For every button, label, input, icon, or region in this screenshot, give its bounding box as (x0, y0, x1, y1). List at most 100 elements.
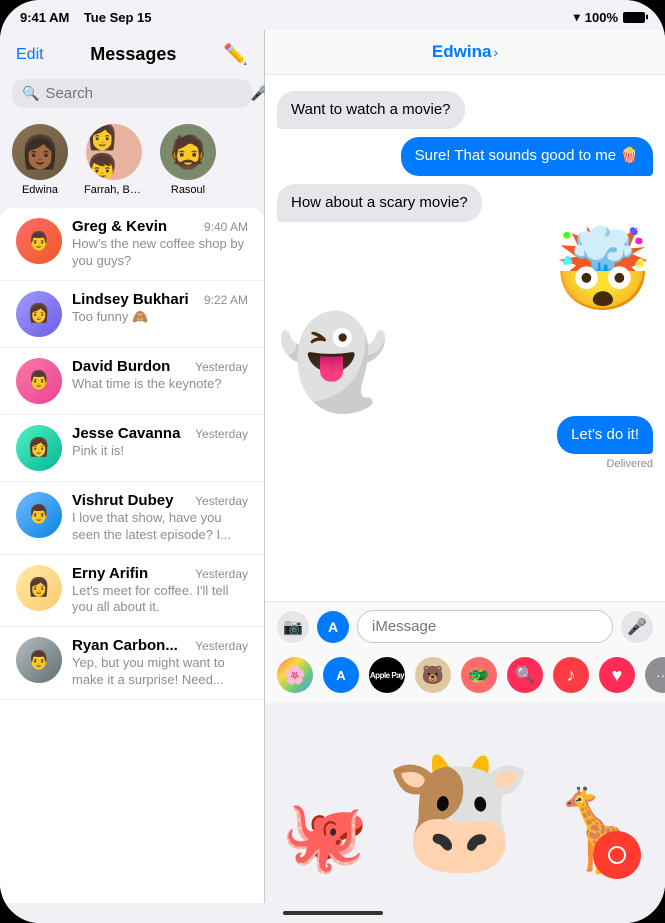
msg-time-erny: Yesterday (195, 567, 248, 581)
input-area: 📷 A 🎤 🌸 A Apple Pay 🐻 🐲 🔍 ♪ ♥ ··· (265, 601, 665, 703)
status-right-icons: ▾ 100% (574, 10, 645, 25)
msg-preview-jesse: Pink it is! (72, 443, 248, 460)
contact-farrah[interactable]: 👩👦 Farrah, Brya... (84, 124, 144, 196)
app-bar: 🌸 A Apple Pay 🐻 🐲 🔍 ♪ ♥ ··· (265, 651, 665, 703)
message-item-vishrut[interactable]: 👨 Vishrut Dubey Yesterday I love that sh… (0, 482, 264, 555)
cow-sticker: 🐮 (384, 751, 533, 871)
home-bar (283, 911, 383, 915)
msg-name-jesse: Jesse Cavanna (72, 425, 180, 442)
battery-fill (624, 13, 644, 22)
message-content-erny: Erny Arifin Yesterday Let's meet for cof… (72, 565, 248, 617)
edit-button[interactable]: Edit (16, 46, 44, 64)
msg-name-erny: Erny Arifin (72, 565, 148, 582)
search-icon: 🔍 (22, 85, 39, 102)
bubble-sent-2: Let's do it! (557, 416, 653, 454)
music-button[interactable]: ♪ (553, 657, 589, 693)
msg-time-ryan: Yesterday (195, 639, 248, 653)
heart-button[interactable]: ♥ (599, 657, 635, 693)
msg-name-vishrut: Vishrut Dubey (72, 492, 173, 509)
msg-preview-lindsey: Too funny 🙈 (72, 309, 248, 326)
contact-name-edwina: Edwina (22, 184, 58, 196)
msg-time-jesse: Yesterday (195, 427, 248, 441)
time: 9:41 AM (20, 10, 69, 25)
message-item-lindsey[interactable]: 👩 Lindsey Bukhari 9:22 AM Too funny 🙈 (0, 281, 264, 348)
message-input[interactable] (357, 610, 613, 643)
msg-name-lindsey: Lindsey Bukhari (72, 291, 189, 308)
status-bar: 9:41 AM Tue Sep 15 ▾ 100% (0, 0, 665, 30)
msg-time-greg: 9:40 AM (204, 220, 248, 234)
msg-name-david: David Burdon (72, 358, 170, 375)
contact-edwina[interactable]: 👩🏾 Edwina (12, 124, 68, 196)
battery-percent: 100% (585, 10, 618, 25)
avatar-farrah: 👩👦 (86, 124, 142, 180)
message-item-greg[interactable]: 👨 Greg & Kevin 9:40 AM How's the new cof… (0, 208, 264, 281)
message-content-ryan: Ryan Carbon... Yesterday Yep, but you mi… (72, 637, 248, 689)
memoji-button[interactable]: 🐻 (415, 657, 451, 693)
wifi-icon: ▾ (574, 10, 580, 24)
right-panel: Edwina › Want to watch a movie? Sure! Th… (265, 30, 665, 903)
msg-preview-vishrut: I love that show, have you seen the late… (72, 510, 248, 544)
msg-time-david: Yesterday (195, 360, 248, 374)
message-content-jesse: Jesse Cavanna Yesterday Pink it is! (72, 425, 248, 460)
message-content-greg: Greg & Kevin 9:40 AM How's the new coffe… (72, 218, 248, 270)
left-panel: Edit Messages ✏️ 🔍 🎤 👩🏾 Edwina (0, 30, 265, 903)
search-app-button[interactable]: 🔍 (507, 657, 543, 693)
message-item-david[interactable]: 👨 David Burdon Yesterday What time is th… (0, 348, 264, 415)
msg-preview-greg: How's the new coffee shop by you guys? (72, 236, 248, 270)
bubble-received-2: How about a scary movie? (277, 184, 482, 222)
messages-title: Messages (90, 44, 176, 65)
battery-icon (623, 12, 645, 23)
search-input[interactable] (45, 85, 244, 102)
home-indicator (0, 903, 665, 923)
chevron-icon: › (493, 44, 498, 60)
contact-name-rasoul: Rasoul (171, 184, 205, 196)
contact-rasoul[interactable]: 🧔 Rasoul (160, 124, 216, 196)
status-time-date: 9:41 AM Tue Sep 15 (20, 10, 152, 25)
avatar-erny: 👩 (16, 565, 62, 611)
avatar-lindsey: 👩 (16, 291, 62, 337)
chat-contact-name[interactable]: Edwina (432, 42, 492, 62)
msg-name-greg: Greg & Kevin (72, 218, 167, 235)
left-header: Edit Messages ✏️ (0, 30, 264, 75)
main-content: Edit Messages ✏️ 🔍 🎤 👩🏾 Edwina (0, 30, 665, 903)
message-list: 👨 Greg & Kevin 9:40 AM How's the new cof… (0, 208, 264, 903)
avatar-greg: 👨 (16, 218, 62, 264)
message-content-david: David Burdon Yesterday What time is the … (72, 358, 248, 393)
applepay-button[interactable]: Apple Pay (369, 657, 405, 693)
bubble-sent-1: Sure! That sounds good to me 🍿 (401, 137, 653, 175)
search-bar[interactable]: 🔍 🎤 (12, 79, 252, 108)
emoji-sticker-memoji: 🤯 (553, 230, 653, 310)
camera-button[interactable]: 📷 (277, 611, 309, 643)
msg-name-ryan: Ryan Carbon... (72, 637, 178, 654)
msg-time-lindsey: 9:22 AM (204, 293, 248, 307)
msg-preview-david: What time is the keynote? (72, 376, 248, 393)
ghost-sticker: 👻 (277, 318, 389, 408)
avatar-vishrut: 👨 (16, 492, 62, 538)
pinned-contacts: 👩🏾 Edwina 👩👦 Farrah, Brya... 🧔 Rasoul (0, 116, 264, 208)
compose-button[interactable]: ✏️ (223, 42, 248, 67)
chat-messages: Want to watch a movie? Sure! That sounds… (265, 75, 665, 601)
bubble-received-1: Want to watch a movie? (277, 91, 465, 129)
message-item-erny[interactable]: 👩 Erny Arifin Yesterday Let's meet for c… (0, 555, 264, 628)
audio-button[interactable]: 🎤 (621, 611, 653, 643)
memoji-sticker-area: 🐙 🐮 🦒 (265, 703, 665, 903)
appstore-button[interactable]: A (317, 611, 349, 643)
octopus-sticker: 🐙 (281, 801, 368, 871)
avatar-ryan: 👨 (16, 637, 62, 683)
photos-app-button[interactable]: 🌸 (277, 657, 313, 693)
record-inner (608, 846, 626, 864)
avatar-edwina: 👩🏾 (12, 124, 68, 180)
ipad-device: 9:41 AM Tue Sep 15 ▾ 100% Edit Messages … (0, 0, 665, 923)
emoji2-button[interactable]: 🐲 (461, 657, 497, 693)
avatar-jesse: 👩 (16, 425, 62, 471)
delivered-label: Delivered (607, 458, 653, 470)
record-button[interactable] (593, 831, 641, 879)
message-item-ryan[interactable]: 👨 Ryan Carbon... Yesterday Yep, but you … (0, 627, 264, 700)
message-item-jesse[interactable]: 👩 Jesse Cavanna Yesterday Pink it is! (0, 415, 264, 482)
avatar-david: 👨 (16, 358, 62, 404)
more-button[interactable]: ··· (645, 657, 665, 693)
msg-preview-erny: Let's meet for coffee. I'll tell you all… (72, 583, 248, 617)
avatar-rasoul: 🧔 (160, 124, 216, 180)
appstore-app-button[interactable]: A (323, 657, 359, 693)
contact-name-farrah: Farrah, Brya... (84, 184, 144, 196)
